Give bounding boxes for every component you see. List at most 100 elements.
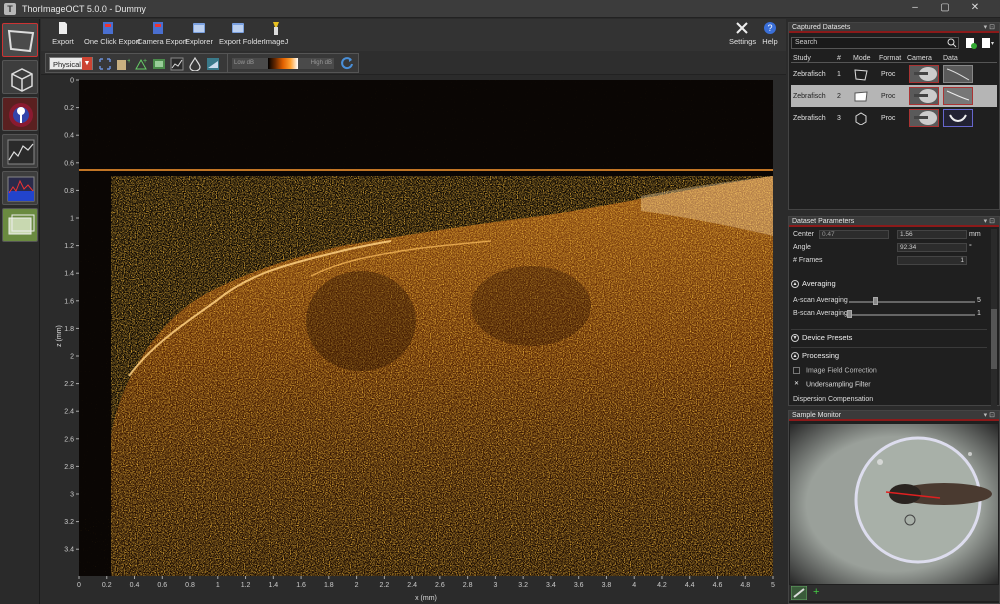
dataset-options-icon[interactable] bbox=[981, 37, 995, 49]
snapshot-icon[interactable] bbox=[152, 57, 166, 71]
add-icon[interactable]: + bbox=[813, 586, 819, 598]
display-mode-icon[interactable] bbox=[206, 57, 220, 71]
chevron-down-icon[interactable]: ▼ bbox=[82, 57, 92, 70]
crosshair-icon[interactable] bbox=[791, 586, 807, 600]
checkbox-icon bbox=[793, 367, 800, 374]
ascan-averaging-thumb[interactable] bbox=[873, 297, 878, 305]
dataset-row[interactable]: Zebrafisch 1 Proc bbox=[791, 63, 997, 85]
pin-icon[interactable]: ▾ ⊡ bbox=[984, 23, 995, 32]
x-tick-label: 0.4 bbox=[130, 582, 140, 589]
oct-bscan-plot[interactable]: 0 0.2 0.4 0.6 0.8 1 1.2 1.4 1.6 1.8 2 2.2 2.4 2.6 2.8 3… bbox=[41, 76, 786, 604]
x-tick-label: 0.8 bbox=[185, 582, 195, 589]
mode-sidebar bbox=[0, 19, 40, 604]
export-button[interactable]: Export bbox=[51, 21, 75, 49]
row-format: Proc bbox=[881, 93, 896, 100]
data-thumbnail[interactable] bbox=[943, 87, 973, 105]
mode-doppler-button[interactable] bbox=[2, 97, 38, 131]
dataset-row[interactable]: Zebrafisch 3 Proc bbox=[791, 107, 997, 129]
center-unit: mm bbox=[969, 231, 981, 238]
parameters-scrollbar[interactable] bbox=[991, 229, 997, 409]
camera-live-image[interactable] bbox=[790, 424, 998, 584]
col-number[interactable]: # bbox=[837, 55, 841, 62]
line-graph-icon[interactable] bbox=[170, 57, 184, 71]
bscan-viewer[interactable]: 0 0.2 0.4 0.6 0.8 1 1.2 1.4 1.6 1.8 2 2.2 2.4 2.6 2.8 3… bbox=[41, 76, 786, 604]
camera-thumbnail[interactable] bbox=[909, 65, 939, 83]
settings-button[interactable]: Settings bbox=[729, 21, 756, 49]
row-format: Proc bbox=[881, 115, 896, 122]
averaging-section-header[interactable]: ▲ Averaging bbox=[791, 279, 987, 289]
pin-icon[interactable]: ▾ ⊡ bbox=[984, 217, 995, 226]
y-tick-label: 3 bbox=[70, 492, 74, 499]
new-dataset-icon[interactable] bbox=[965, 37, 977, 49]
intensity-range-group: Low dB High dB bbox=[227, 53, 359, 73]
device-presets-section-header[interactable]: ▼ Device Presets bbox=[791, 329, 987, 343]
high-db-slider[interactable]: High dB bbox=[298, 58, 334, 69]
export-folder-button[interactable]: Export Folder bbox=[219, 21, 265, 49]
ascan-averaging-track[interactable] bbox=[849, 301, 975, 303]
image-field-correction-checkbox[interactable]: Image Field Correction bbox=[793, 367, 877, 374]
y-tick-label: 2.8 bbox=[64, 464, 74, 471]
one-click-export-button[interactable]: One Click Export bbox=[84, 21, 140, 49]
low-db-slider[interactable]: Low dB bbox=[232, 58, 268, 69]
mode-3d-button[interactable] bbox=[2, 60, 38, 94]
camera-thumbnail[interactable] bbox=[909, 87, 939, 105]
mode-ascan-button[interactable] bbox=[2, 134, 38, 168]
refresh-icon[interactable] bbox=[340, 56, 354, 70]
add-marker-icon[interactable]: + bbox=[116, 57, 130, 71]
mode-2d-button[interactable] bbox=[2, 23, 38, 57]
imagej-button[interactable]: ImageJ bbox=[263, 21, 289, 49]
undersampling-filter-checkbox[interactable]: ✕ Undersampling Filter bbox=[793, 381, 871, 388]
frames-field[interactable]: 1 bbox=[897, 256, 967, 265]
mode-spectrum-button[interactable] bbox=[2, 171, 38, 205]
dataset-search-input[interactable]: Search bbox=[791, 37, 959, 49]
row-study: Zebrafisch bbox=[793, 71, 826, 78]
y-tick-label: 0.4 bbox=[64, 133, 74, 140]
x-tick-label: 0.6 bbox=[157, 582, 167, 589]
y-tick-label: 1.4 bbox=[64, 271, 74, 278]
col-mode[interactable]: Mode bbox=[853, 55, 871, 62]
data-thumbnail[interactable] bbox=[943, 109, 973, 127]
dataset-row-selected[interactable]: Zebrafisch 2 Proc bbox=[791, 85, 997, 107]
image-field-correction-label: Image Field Correction bbox=[806, 367, 877, 375]
center-z-field[interactable]: 1.56 bbox=[897, 230, 967, 239]
bscan-averaging-value: 1 bbox=[977, 310, 981, 317]
fit-view-icon[interactable] bbox=[98, 57, 112, 71]
scrollbar-thumb[interactable] bbox=[991, 309, 997, 369]
bscan-averaging-track[interactable] bbox=[849, 314, 975, 316]
x-tick-label: 3.2 bbox=[518, 582, 528, 589]
explorer-button[interactable]: Explorer bbox=[185, 21, 213, 49]
center-x-field[interactable]: 0.47 bbox=[819, 230, 889, 239]
bscan-averaging-thumb[interactable] bbox=[847, 310, 852, 318]
col-data[interactable]: Data bbox=[943, 55, 958, 62]
add-measure-icon[interactable]: + bbox=[134, 57, 148, 71]
folder-icon bbox=[193, 23, 205, 33]
contrast-drop-icon[interactable] bbox=[188, 57, 202, 71]
angle-field[interactable]: 92.34 bbox=[897, 243, 967, 252]
col-format[interactable]: Format bbox=[879, 55, 901, 62]
search-icon[interactable] bbox=[947, 38, 958, 48]
x-tick-label: 0 bbox=[77, 582, 81, 589]
camera-thumbnail[interactable] bbox=[909, 109, 939, 127]
mode-camera-button[interactable] bbox=[2, 208, 38, 242]
row-format: Proc bbox=[881, 71, 896, 78]
export-folder-label: Export Folder bbox=[219, 37, 265, 46]
x-tick-label: 5 bbox=[771, 582, 775, 589]
maximize-button[interactable]: ▢ bbox=[935, 1, 955, 15]
minimize-button[interactable]: – bbox=[905, 1, 925, 15]
close-button[interactable]: ✕ bbox=[965, 1, 985, 15]
processing-section-header[interactable]: ▲ Processing bbox=[791, 347, 987, 361]
x-tick-label: 3.4 bbox=[546, 582, 556, 589]
help-button[interactable]: ? Help bbox=[759, 21, 781, 49]
camera-export-button[interactable]: Camera Export bbox=[137, 21, 187, 49]
row-number: 2 bbox=[837, 93, 841, 100]
imagej-label: ImageJ bbox=[263, 37, 289, 46]
col-camera[interactable]: Camera bbox=[907, 55, 932, 62]
x-tick-label: 1.8 bbox=[324, 582, 334, 589]
x-tick-label: 2 bbox=[355, 582, 359, 589]
data-thumbnail[interactable] bbox=[943, 65, 973, 83]
ascan-averaging-value: 5 bbox=[977, 297, 981, 304]
pin-icon[interactable]: ▾ ⊡ bbox=[984, 411, 995, 420]
export-icon bbox=[59, 22, 67, 34]
colormap-gradient[interactable] bbox=[268, 58, 298, 69]
col-study[interactable]: Study bbox=[793, 55, 811, 62]
